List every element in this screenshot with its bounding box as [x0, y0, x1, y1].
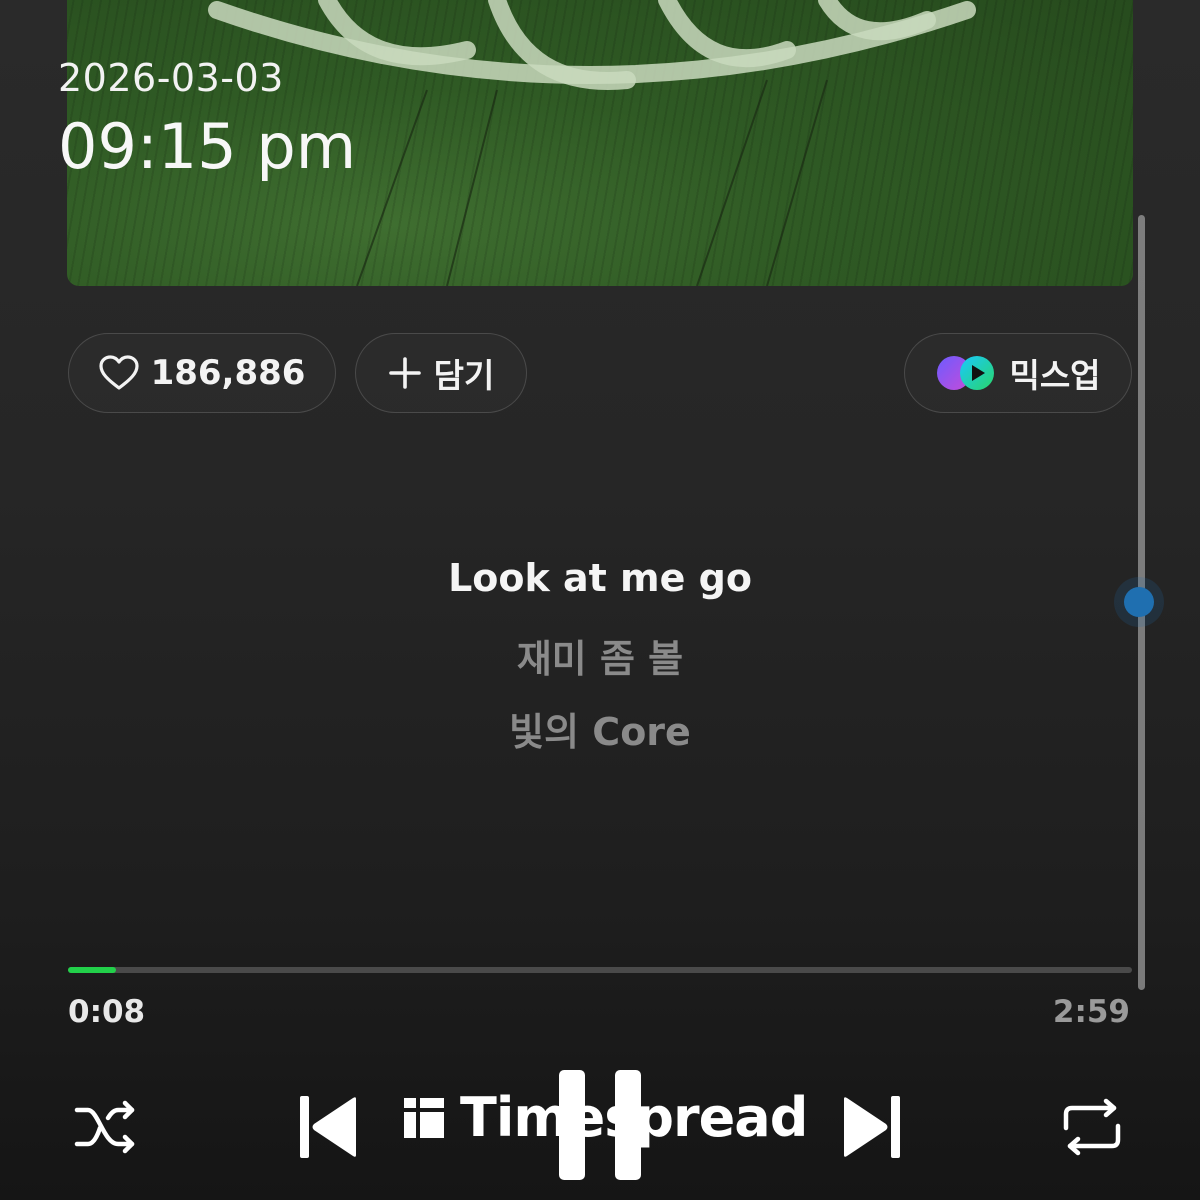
- repeat-icon[interactable]: [1060, 1098, 1124, 1156]
- progress-bar[interactable]: [68, 967, 1132, 973]
- lyric-line-next[interactable]: 재미 좀 볼: [0, 628, 1200, 683]
- watermark-logo-icon: [404, 1097, 444, 1138]
- add-to-playlist-button[interactable]: 담기: [355, 333, 527, 413]
- time-label: 09:15 pm: [58, 110, 357, 183]
- plus-icon: [388, 357, 421, 389]
- mixup-button[interactable]: 믹스업: [904, 333, 1132, 413]
- like-button[interactable]: 186,886: [68, 333, 336, 413]
- like-count: 186,886: [150, 353, 306, 393]
- shuffle-icon[interactable]: [74, 1100, 140, 1154]
- mixup-icon: [937, 356, 995, 390]
- previous-icon[interactable]: [298, 1094, 360, 1160]
- date-label: 2026-03-03: [58, 56, 284, 100]
- elapsed-time: 0:08: [68, 994, 146, 1030]
- add-label: 담기: [433, 356, 495, 395]
- lyric-line-next[interactable]: 빛의 Core: [0, 701, 1200, 756]
- next-icon[interactable]: [840, 1094, 902, 1160]
- heart-icon: [98, 355, 139, 390]
- scrollbar-knob[interactable]: [1124, 587, 1154, 617]
- watermark-text: Timespread: [460, 1086, 808, 1149]
- lyric-line-current[interactable]: Look at me go: [0, 556, 1200, 600]
- progress-fill: [68, 967, 116, 973]
- mixup-label: 믹스업: [1009, 356, 1101, 395]
- total-time: 2:59: [1052, 994, 1130, 1030]
- watermark: Timespread: [402, 1086, 808, 1149]
